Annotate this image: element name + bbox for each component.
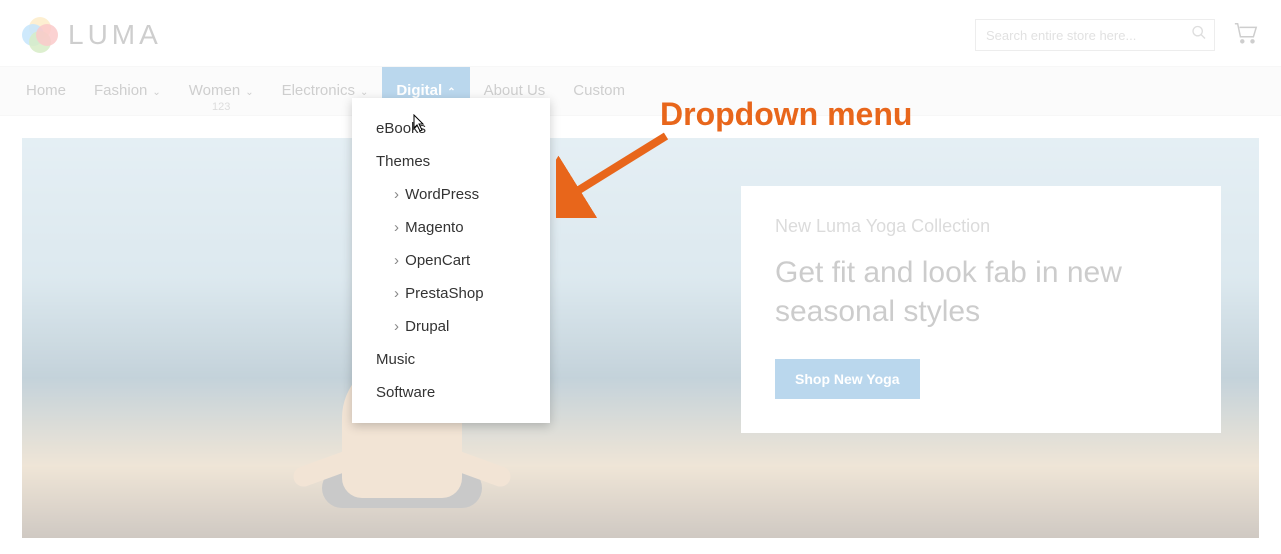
dropdown-subitem-wordpress[interactable]: WordPress [352,178,550,211]
annotation-arrow-icon [556,128,676,218]
dropdown-subitem-prestashop[interactable]: PrestaShop [352,277,550,310]
nav-item-home[interactable]: Home [12,67,80,114]
promo-card: New Luma Yoga Collection Get fit and loo… [741,186,1221,433]
dropdown-subitem-drupal[interactable]: Drupal [352,310,550,343]
promo-subheading: New Luma Yoga Collection [775,216,1187,237]
cart-icon[interactable] [1233,21,1259,50]
main-nav: Home Fashion⌄ Women⌄123 Electronics⌄ Dig… [0,66,1281,116]
logo-mark-icon [22,17,58,53]
chevron-down-icon: ⌄ [360,87,368,98]
dropdown-subitem-magento[interactable]: Magento [352,211,550,244]
chevron-up-icon: ⌃ [447,87,455,98]
dropdown-item-music[interactable]: Music [352,343,550,376]
cursor-pointer-icon [408,114,426,136]
nav-item-subtext: 123 [212,101,230,113]
chevron-down-icon: ⌄ [245,87,253,98]
dropdown-item-software[interactable]: Software [352,376,550,409]
header: LUMA [0,0,1281,66]
dropdown-item-ebooks[interactable]: eBooks [352,112,550,145]
dropdown-menu: eBooks Themes WordPress Magento OpenCart… [352,98,550,423]
nav-item-custom[interactable]: Custom [559,67,639,114]
search-box [975,19,1215,51]
search-input[interactable] [975,19,1215,51]
promo-heading: Get fit and look fab in new seasonal sty… [775,253,1187,331]
search-icon[interactable] [1191,25,1207,46]
dropdown-item-themes[interactable]: Themes [352,145,550,178]
logo[interactable]: LUMA [22,17,162,53]
nav-item-fashion[interactable]: Fashion⌄ [80,67,175,114]
annotation-label: Dropdown menu [660,96,912,133]
brand-name: LUMA [68,19,162,51]
dropdown-subitem-opencart[interactable]: OpenCart [352,244,550,277]
shop-button[interactable]: Shop New Yoga [775,359,920,399]
chevron-down-icon: ⌄ [152,87,160,98]
nav-item-women[interactable]: Women⌄123 [175,67,268,128]
